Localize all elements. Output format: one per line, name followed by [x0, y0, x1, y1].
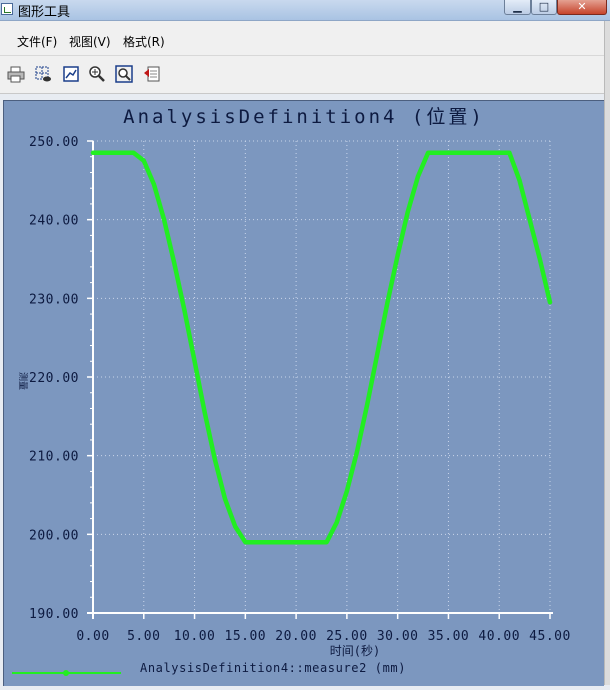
- data-point: [518, 178, 522, 182]
- data-point: [355, 450, 359, 454]
- data-point: [91, 151, 95, 155]
- data-point: [314, 540, 318, 544]
- data-point: [386, 300, 390, 304]
- print-icon[interactable]: [7, 65, 25, 83]
- data-point: [223, 497, 227, 501]
- data-point: [264, 540, 268, 544]
- x-tick-label: 5.00: [127, 629, 160, 644]
- toolbar: [0, 56, 606, 94]
- title-bar: 图形工具 ▁ □ ✕: [0, 0, 610, 21]
- menu-format[interactable]: 格式(R): [123, 33, 165, 50]
- app-icon: [1, 3, 13, 15]
- data-point: [375, 351, 379, 355]
- data-point: [233, 524, 237, 528]
- data-point: [528, 218, 532, 222]
- x-tick-label: 40.00: [478, 629, 520, 644]
- legend-marker: [63, 670, 69, 676]
- data-point: [365, 403, 369, 407]
- y-axis-label: 测量: [17, 372, 28, 390]
- maximize-button[interactable]: □: [531, 0, 557, 15]
- y-tick-label: 190.00: [29, 607, 79, 622]
- minimize-button[interactable]: ▁: [504, 0, 531, 15]
- menu-file[interactable]: 文件(F): [17, 33, 57, 50]
- data-point: [345, 489, 349, 493]
- close-button[interactable]: ✕: [557, 0, 607, 15]
- x-axis-label: 时间(秒): [330, 644, 380, 658]
- data-point: [111, 151, 115, 155]
- data-point: [243, 540, 247, 544]
- data-point: [132, 151, 136, 155]
- data-point: [162, 218, 166, 222]
- data-point: [436, 151, 440, 155]
- legend-label: AnalysisDefinition4::measure2 (mm): [140, 661, 406, 675]
- data-point: [416, 174, 420, 178]
- zoom-fit-icon[interactable]: [115, 65, 133, 83]
- data-point: [304, 540, 308, 544]
- data-point: [152, 182, 156, 186]
- x-tick-label: 10.00: [174, 629, 216, 644]
- data-point: [477, 151, 481, 155]
- menu-bar: 文件(F) 视图(V) 格式(R): [0, 21, 606, 56]
- x-tick-label: 35.00: [428, 629, 470, 644]
- window-title: 图形工具: [18, 5, 71, 20]
- y-tick-label: 200.00: [29, 528, 79, 543]
- data-point: [142, 159, 146, 163]
- menu-view[interactable]: 视图(V): [69, 33, 111, 50]
- series-line-0: [90, 150, 553, 545]
- data-point: [538, 257, 542, 261]
- plot-area: 250.00 240.00 230.00 220.00 210.00 200.00 190.…: [3, 100, 604, 686]
- y-tick-label: 210.00: [29, 450, 79, 465]
- data-point: [406, 210, 410, 214]
- data-point: [467, 151, 471, 155]
- data-point: [548, 300, 552, 304]
- x-tick-label: 20.00: [275, 629, 317, 644]
- data-point: [274, 540, 278, 544]
- x-tick-label: 30.00: [377, 629, 419, 644]
- data-point: [294, 540, 298, 544]
- data-point: [457, 151, 461, 155]
- line-chart: 250.00 240.00 230.00 220.00 210.00 200.00 190.…: [12, 106, 571, 676]
- export-icon[interactable]: [143, 65, 161, 83]
- data-point: [213, 458, 217, 462]
- data-point: [487, 151, 491, 155]
- zoom-in-icon[interactable]: [88, 65, 106, 83]
- x-tick-label: 25.00: [326, 629, 368, 644]
- data-point: [182, 308, 186, 312]
- data-point: [101, 151, 105, 155]
- data-point: [325, 540, 329, 544]
- y-tick-label: 220.00: [29, 371, 79, 386]
- data-point: [497, 151, 501, 155]
- data-point: [446, 151, 450, 155]
- data-point: [203, 410, 207, 414]
- chart-edit-icon[interactable]: [62, 65, 80, 83]
- grid-select-icon[interactable]: [34, 65, 52, 83]
- data-point: [121, 151, 125, 155]
- x-tick-label: 15.00: [225, 629, 267, 644]
- data-point: [284, 540, 288, 544]
- data-point: [426, 151, 430, 155]
- data-point: [335, 521, 339, 525]
- chart-title: AnalysisDefinition4 (位置): [123, 106, 485, 128]
- x-tick-label: 0.00: [76, 629, 109, 644]
- data-point: [396, 253, 400, 257]
- x-tick-label: 45.00: [529, 629, 571, 644]
- y-tick-label: 240.00: [29, 214, 79, 229]
- y-tick-label: 230.00: [29, 292, 79, 307]
- data-point: [253, 540, 257, 544]
- y-tick-label: 250.00: [29, 135, 79, 150]
- window-border: [604, 21, 610, 685]
- data-point: [507, 151, 511, 155]
- data-point: [193, 359, 197, 363]
- data-point: [172, 261, 176, 265]
